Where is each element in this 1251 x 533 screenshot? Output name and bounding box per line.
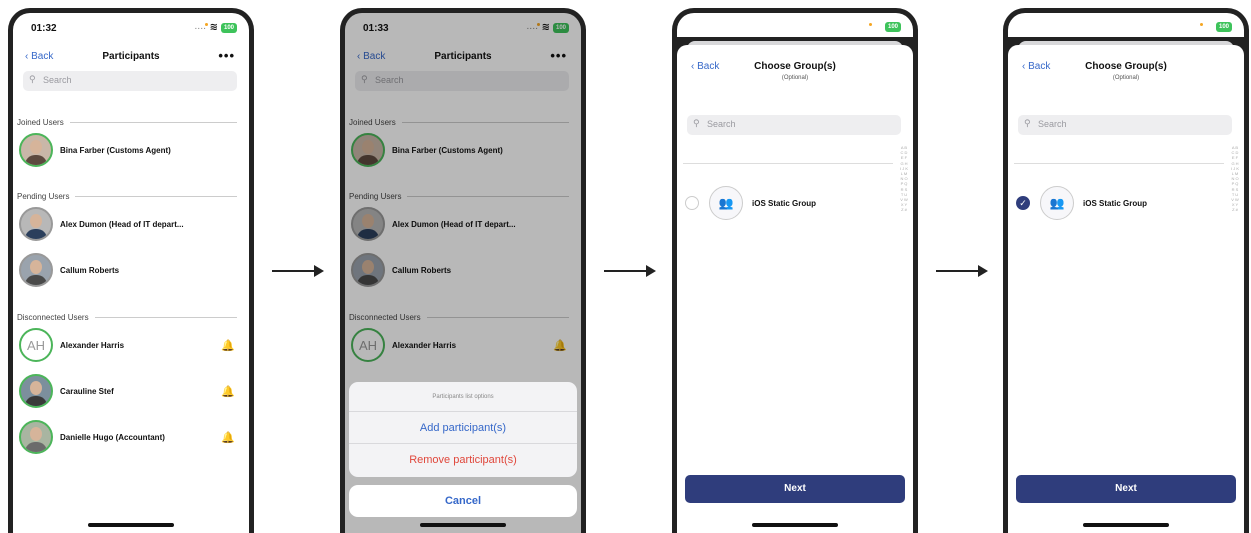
search-icon: ⚲ <box>693 118 700 128</box>
divider <box>1014 163 1224 164</box>
avatar: AH <box>19 328 53 362</box>
next-button[interactable]: Next <box>1016 475 1236 503</box>
check-icon: ✓ <box>1019 198 1027 208</box>
participant-name: Bina Farber (Customs Agent) <box>60 145 171 155</box>
participant-name: Alex Dumon (Head of IT depart... <box>60 219 184 229</box>
group-icon: 👥 <box>709 186 743 220</box>
alphabet-index[interactable]: A B C D E F G H I J K L M N O P Q R S T … <box>900 145 908 213</box>
phone-screen-participants: 01:32 .... ≋ 100 ‹ Back Participants •••… <box>8 8 254 533</box>
navigation-bar: ‹ Back Participants ••• <box>23 48 239 67</box>
search-icon: ⚲ <box>1024 118 1031 128</box>
group-radio[interactable] <box>685 196 699 210</box>
status-time: 01:32 <box>31 23 57 34</box>
battery-icon: 100 <box>220 22 237 33</box>
search-placeholder: Search <box>43 75 72 85</box>
next-button[interactable]: Next <box>685 475 905 503</box>
signal-icon: .... <box>194 24 207 31</box>
divider <box>75 195 237 197</box>
choose-group-screen: 100 ‹ Back Choose Group(s) (Optional) ⚲ … <box>677 13 913 533</box>
recording-indicator <box>869 23 872 26</box>
participants-screen: 01:33 .... ≋ 100 ‹ Back Participants •••… <box>345 13 581 533</box>
action-sheet: Participants list options Add participan… <box>349 382 577 477</box>
phone-screen-choose-group: 100 ‹ Back Choose Group(s) (Optional) ⚲ … <box>672 8 918 533</box>
more-options-button[interactable]: ••• <box>218 48 235 63</box>
battery-icon: 100 <box>884 22 901 32</box>
choose-group-modal: ‹ Back Choose Group(s) (Optional) ⚲ Sear… <box>1008 45 1244 533</box>
group-name: iOS Static Group <box>1083 198 1148 208</box>
home-indicator <box>1083 523 1169 527</box>
divider <box>94 316 237 318</box>
status-bar: 100 <box>689 22 901 37</box>
flow-arrow <box>604 264 656 278</box>
section-pending-users: Pending Users <box>17 190 237 202</box>
participant-row[interactable]: Alex Dumon (Head of IT depart... <box>19 205 239 243</box>
alphabet-index[interactable]: A B C D E F G H I J K L M N O P Q R S T … <box>1231 145 1239 213</box>
page-title: Choose Group(s) <box>754 61 836 72</box>
bell-icon[interactable]: 🔔 <box>221 431 235 444</box>
flow-arrow <box>272 264 324 278</box>
page-subtitle: (Optional) <box>781 75 809 81</box>
avatar <box>19 253 53 287</box>
group-radio-checked[interactable]: ✓ <box>1016 196 1030 210</box>
flow-arrow <box>936 264 988 278</box>
status-bar: 01:32 .... ≋ 100 <box>25 22 237 37</box>
participant-name: Danielle Hugo (Accountant) <box>60 432 165 442</box>
participant-row[interactable]: Danielle Hugo (Accountant) 🔔 <box>19 418 239 456</box>
action-sheet-title: Participants list options <box>349 382 577 412</box>
participant-row[interactable]: Carauline Stef 🔔 <box>19 372 239 410</box>
remove-participant-button[interactable]: Remove participant(s) <box>349 444 577 476</box>
search-input[interactable]: ⚲ Search <box>23 71 237 91</box>
participant-name: Callum Roberts <box>60 265 120 275</box>
divider <box>69 121 237 123</box>
divider <box>683 163 893 164</box>
participant-name: Alexander Harris <box>60 340 125 350</box>
participant-row[interactable]: AH Alexander Harris 🔔 <box>19 326 239 364</box>
participant-name: Carauline Stef <box>60 386 114 396</box>
avatar <box>19 420 53 454</box>
cancel-button[interactable]: Cancel <box>349 485 577 517</box>
search-placeholder: Search <box>1038 119 1067 129</box>
choose-group-modal: ‹ Back Choose Group(s) (Optional) ⚲ Sear… <box>677 45 913 533</box>
home-indicator <box>752 523 838 527</box>
group-row[interactable]: ✓ 👥 iOS Static Group <box>1016 183 1220 223</box>
phone-screen-participant-options: 01:33 .... ≋ 100 ‹ Back Participants •••… <box>340 8 586 533</box>
page-title: Choose Group(s) <box>1085 61 1167 72</box>
section-label: Joined Users <box>17 117 64 127</box>
choose-group-screen: 100 ‹ Back Choose Group(s) (Optional) ⚲ … <box>1008 13 1244 533</box>
status-bar: 100 <box>1020 22 1232 37</box>
avatar <box>19 207 53 241</box>
page-title: Participants <box>102 51 160 62</box>
search-input[interactable]: ⚲ Search <box>687 115 901 135</box>
navigation-bar: ‹ Back Choose Group(s) (Optional) <box>687 61 903 91</box>
battery-icon: 100 <box>1215 22 1232 32</box>
section-label: Pending Users <box>17 191 70 201</box>
group-name: iOS Static Group <box>752 198 817 208</box>
participant-row[interactable]: Bina Farber (Customs Agent) <box>19 131 239 169</box>
participant-row[interactable]: Callum Roberts <box>19 251 239 289</box>
participants-screen: 01:32 .... ≋ 100 ‹ Back Participants •••… <box>13 13 249 533</box>
bell-icon[interactable]: 🔔 <box>221 339 235 352</box>
home-indicator <box>420 523 506 527</box>
phone-screen-choose-group-selected: 100 ‹ Back Choose Group(s) (Optional) ⚲ … <box>1003 8 1249 533</box>
home-indicator <box>88 523 174 527</box>
search-icon: ⚲ <box>29 74 36 84</box>
section-joined-users: Joined Users <box>17 116 237 128</box>
bell-icon[interactable]: 🔔 <box>221 385 235 398</box>
search-input[interactable]: ⚲ Search <box>1018 115 1232 135</box>
page-subtitle: (Optional) <box>1112 75 1140 81</box>
group-row[interactable]: 👥 iOS Static Group <box>685 183 889 223</box>
section-label: Disconnected Users <box>17 312 89 322</box>
search-placeholder: Search <box>707 119 736 129</box>
section-disconnected-users: Disconnected Users <box>17 311 237 323</box>
group-icon: 👥 <box>1040 186 1074 220</box>
wifi-icon: ≋ <box>209 22 218 33</box>
avatar <box>19 133 53 167</box>
avatar <box>19 374 53 408</box>
navigation-bar: ‹ Back Choose Group(s) (Optional) <box>1018 61 1234 91</box>
recording-indicator <box>1200 23 1203 26</box>
add-participant-button[interactable]: Add participant(s) <box>349 412 577 444</box>
